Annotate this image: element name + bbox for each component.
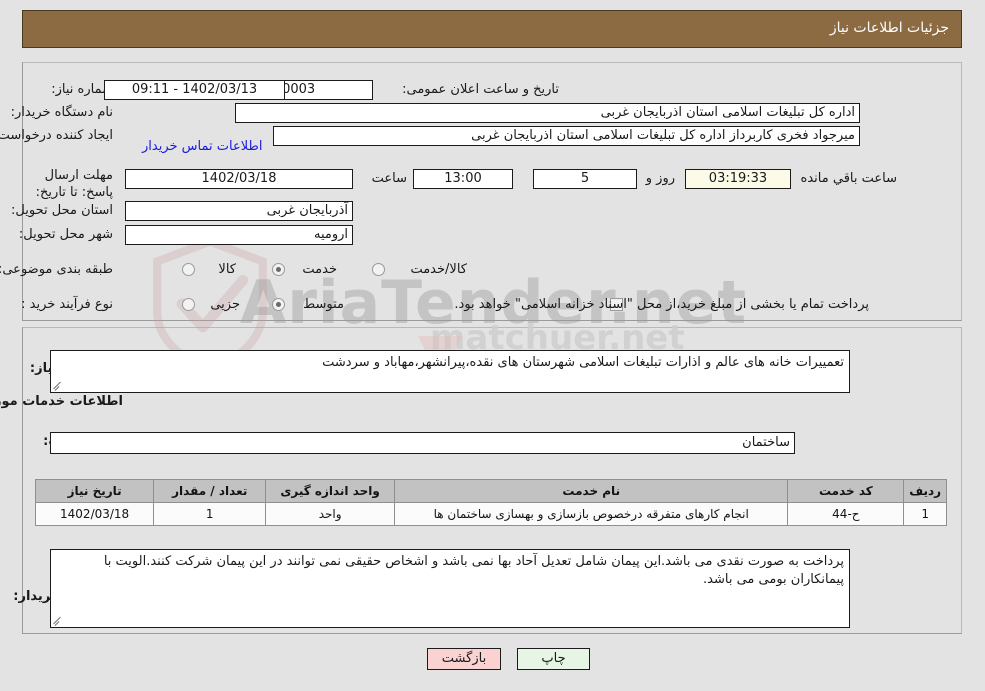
radio-category-kala-khedmat-label: کالا/خدمت [410, 262, 467, 277]
radio-process-jozii[interactable] [182, 298, 195, 311]
requester-value: میرجواد فخری کاربرداز اداره کل تبلیغات ا… [273, 126, 860, 146]
buyer-notes-value[interactable]: پرداخت به صورت نقدی می باشد.این پیمان شا… [50, 549, 850, 628]
buyer-org-label: نام دستگاه خریدار: [10, 105, 113, 120]
cell-date: 1402/03/18 [34, 502, 155, 526]
deadline-label: مهلت ارسال پاسخ: تا تاریخ: [35, 168, 113, 200]
cell-name: انجام کارهای متفرقه درخصوص بازسازی و بهس… [394, 502, 789, 526]
cell-unit: واحد [265, 502, 396, 526]
cell-code: ح-44 [787, 502, 905, 526]
column-header-date: تاریخ نیاز [34, 479, 155, 503]
print-button[interactable]: چاپ [517, 648, 590, 670]
cell-row: 1 [903, 502, 947, 526]
radio-category-khedmat[interactable] [272, 263, 285, 276]
back-button[interactable]: بازگشت [427, 648, 501, 670]
column-header-quantity: تعداد / مقدار [153, 479, 267, 503]
table-row: 1 ح-44 انجام کارهای متفرقه درخصوص بازساز… [34, 502, 947, 526]
delivery-province-label: استان محل تحویل: [11, 203, 113, 218]
announce-datetime-label: تاریخ و ساعت اعلان عمومی: [402, 82, 559, 97]
page-title: جزئیات اطلاعات نیاز [829, 20, 949, 36]
column-header-row: ردیف [903, 479, 947, 503]
table-header-row: ردیف کد خدمت نام خدمت واحد اندازه گیری ت… [34, 479, 947, 503]
treasury-bonds-text: پرداخت تمام یا بخشی از مبلغ خرید،از محل … [454, 297, 869, 312]
services-table: ردیف کد خدمت نام خدمت واحد اندازه گیری ت… [34, 479, 947, 526]
radio-process-motevaset-label: متوسط [303, 297, 344, 312]
delivery-city-label: شهر محل تحویل: [18, 227, 113, 242]
deadline-hour-value: 13:00 [413, 169, 513, 189]
remaining-days-label: روز و [645, 171, 675, 186]
requester-label: ایجاد کننده درخواست: [0, 128, 113, 143]
buyer-org-value: اداره کل تبلیغات اسلامی استان اذربایجان … [235, 103, 860, 123]
deadline-hour-label: ساعت [371, 171, 407, 186]
services-section-heading: اطلاعات خدمات مورد نیاز [0, 394, 123, 409]
purchase-process-label: نوع فرآیند خرید : [21, 297, 113, 312]
delivery-city-value: ارومیه [125, 225, 353, 245]
countdown-label: ساعت باقي مانده [800, 171, 897, 186]
radio-category-kala[interactable] [182, 263, 195, 276]
page-root: جزئیات اطلاعات نیاز شماره نیاز: 11020052… [0, 0, 985, 691]
radio-process-motevaset[interactable] [272, 298, 285, 311]
subject-category-label: طبقه بندی موضوعی: [0, 262, 113, 277]
cell-quantity: 1 [153, 502, 267, 526]
delivery-province-value: آذربایجان غربی [125, 201, 353, 221]
radio-category-kala-khedmat[interactable] [372, 263, 385, 276]
service-group-value: ساختمان [50, 432, 795, 454]
countdown-value: 03:19:33 [685, 169, 791, 189]
general-description-value[interactable]: تعمییرات خانه های عالم و اذارات تبلیغات … [50, 350, 850, 393]
page-header-bar: جزئیات اطلاعات نیاز [22, 10, 962, 48]
buyer-contact-link[interactable]: اطلاعات تماس خریدار [142, 139, 262, 154]
deadline-date-value: 1402/03/18 [125, 169, 353, 189]
radio-process-jozii-label: جزیی [210, 297, 240, 312]
column-header-name: نام خدمت [394, 479, 789, 503]
column-header-unit: واحد اندازه گیری [265, 479, 396, 503]
radio-category-kala-label: کالا [218, 262, 236, 277]
radio-category-khedmat-label: خدمت [302, 262, 337, 277]
announce-datetime-value: 1402/03/13 - 09:11 [104, 80, 285, 100]
remaining-days-value: 5 [533, 169, 637, 189]
column-header-code: کد خدمت [787, 479, 905, 503]
need-info-panel [22, 62, 962, 321]
